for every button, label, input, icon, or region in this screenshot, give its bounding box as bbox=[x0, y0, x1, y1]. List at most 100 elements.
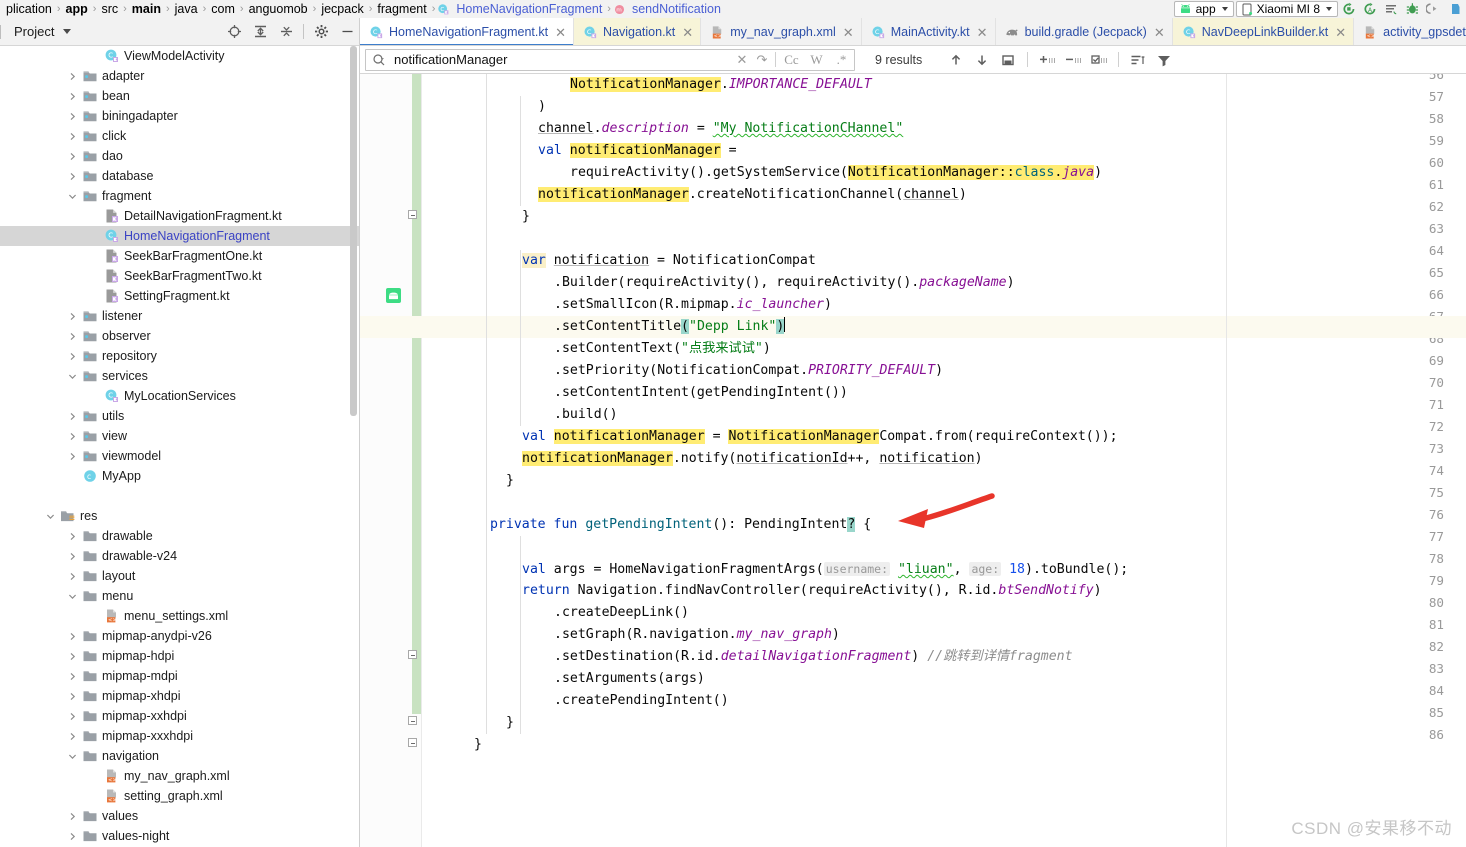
tree-item[interactable]: click bbox=[0, 126, 360, 146]
code-line[interactable]: .createDeepLink() bbox=[422, 602, 689, 624]
breadcrumb-item[interactable]: plication bbox=[2, 2, 56, 16]
tree-item[interactable]: SettingFragment.kt bbox=[0, 286, 360, 306]
editor-tab[interactable]: <> my_nav_graph.xml✕ bbox=[701, 18, 862, 46]
chevron-down-icon[interactable] bbox=[63, 29, 71, 34]
breadcrumb-item[interactable]: app bbox=[62, 2, 92, 16]
chevron-down-icon[interactable] bbox=[44, 506, 56, 526]
search-icon[interactable] bbox=[372, 53, 387, 67]
code-line[interactable]: } bbox=[422, 734, 482, 756]
code-line[interactable]: } bbox=[422, 470, 514, 492]
code-line[interactable]: private fun getPendingIntent(): PendingI… bbox=[422, 514, 871, 536]
code-editor[interactable]: 5657585960616263646566676869707172737475… bbox=[360, 74, 1466, 847]
filter-list-icon[interactable] bbox=[1126, 49, 1150, 71]
tree-item[interactable]: dao bbox=[0, 146, 360, 166]
fold-marker[interactable] bbox=[408, 210, 417, 219]
sdk-manager-icon[interactable] bbox=[1445, 1, 1464, 17]
chevron-down-icon[interactable] bbox=[66, 586, 78, 606]
editor-tab[interactable]: C NavDeepLinkBuilder.kt✕ bbox=[1173, 18, 1354, 46]
profiler-icon[interactable] bbox=[1424, 1, 1443, 17]
code-line[interactable]: return Navigation.findNavController(requ… bbox=[422, 580, 1102, 602]
expand-all-icon[interactable] bbox=[247, 20, 273, 44]
code-line[interactable]: NotificationManager.IMPORTANCE_DEFAULT bbox=[422, 74, 872, 96]
editor-tab[interactable]: build.gradle (Jecpack)✕ bbox=[996, 18, 1173, 46]
tree-item[interactable]: SeekBarFragmentTwo.kt bbox=[0, 266, 360, 286]
collapse-all-icon[interactable] bbox=[273, 20, 299, 44]
chevron-right-icon[interactable] bbox=[66, 146, 78, 166]
breadcrumb-item[interactable]: jecpack bbox=[317, 2, 367, 16]
fold-marker[interactable] bbox=[408, 650, 417, 659]
code-line[interactable]: requireActivity().getSystemService(Notif… bbox=[422, 162, 1102, 184]
select-all-occurrences-icon[interactable] bbox=[996, 49, 1020, 71]
breadcrumb-item[interactable]: src bbox=[97, 2, 122, 16]
code-line[interactable]: .Builder(requireActivity(), requireActiv… bbox=[422, 272, 1015, 294]
close-icon[interactable]: ✕ bbox=[843, 26, 854, 39]
code-line[interactable]: .createPendingIntent() bbox=[422, 690, 729, 712]
breadcrumb-item[interactable]: fragment bbox=[373, 2, 430, 16]
code-line[interactable]: notificationManager.notify(notificationI… bbox=[422, 448, 983, 470]
tree-item[interactable]: mipmap-anydpi-v26 bbox=[0, 626, 360, 646]
android-debug-icon[interactable] bbox=[1403, 1, 1422, 17]
tree-item[interactable]: biningadapter bbox=[0, 106, 360, 126]
module-selector[interactable]: app bbox=[1174, 1, 1234, 17]
chevron-right-icon[interactable] bbox=[66, 66, 78, 86]
code-line[interactable]: .build() bbox=[422, 404, 618, 426]
logcat-icon[interactable] bbox=[1382, 1, 1401, 17]
toggle-line-icon[interactable] bbox=[1087, 49, 1111, 71]
code-line[interactable] bbox=[422, 536, 458, 558]
tree-item[interactable]: repository bbox=[0, 346, 360, 366]
chevron-right-icon[interactable] bbox=[66, 446, 78, 466]
editor-tab[interactable]: <> activity_gpsdet✕ bbox=[1354, 18, 1466, 46]
close-icon[interactable]: ✕ bbox=[555, 26, 566, 39]
chevron-right-icon[interactable] bbox=[66, 426, 78, 446]
tree-item[interactable]: drawable bbox=[0, 526, 360, 546]
chevron-right-icon[interactable] bbox=[66, 86, 78, 106]
tree-item[interactable]: viewmodel bbox=[0, 446, 360, 466]
tree-item[interactable]: C MyLocationServices bbox=[0, 386, 360, 406]
editor-tabs[interactable]: C HomeNavigationFragment.kt✕ C Navigatio… bbox=[360, 18, 1466, 46]
next-match-icon[interactable] bbox=[970, 49, 994, 71]
code-line[interactable] bbox=[422, 492, 458, 514]
code-line[interactable]: } bbox=[422, 206, 530, 228]
chevron-down-icon[interactable] bbox=[66, 366, 78, 386]
code-line[interactable]: .setGraph(R.navigation.my_nav_graph) bbox=[422, 624, 840, 646]
tree-item[interactable]: <> menu_settings.xml bbox=[0, 606, 360, 626]
tree-item[interactable]: bean bbox=[0, 86, 360, 106]
code-line[interactable]: .setPriority(NotificationCompat.PRIORITY… bbox=[422, 360, 943, 382]
tree-item[interactable]: <> my_nav_graph.xml bbox=[0, 766, 360, 786]
code-line[interactable]: notificationManager.createNotificationCh… bbox=[422, 184, 967, 206]
tree-item[interactable]: values-night bbox=[0, 826, 360, 846]
editor-tab[interactable]: C Navigation.kt✕ bbox=[574, 18, 701, 46]
chevron-right-icon[interactable] bbox=[66, 166, 78, 186]
tree-item[interactable]: utils bbox=[0, 406, 360, 426]
chevron-right-icon[interactable] bbox=[66, 406, 78, 426]
chevron-right-icon[interactable] bbox=[66, 686, 78, 706]
settings-gear-icon[interactable] bbox=[308, 20, 334, 44]
code-line[interactable]: ) bbox=[422, 96, 546, 118]
tree-item[interactable]: values bbox=[0, 806, 360, 826]
tree-item[interactable]: database bbox=[0, 166, 360, 186]
tree-item[interactable]: view bbox=[0, 426, 360, 446]
breadcrumb-item[interactable]: m sendNotification bbox=[612, 2, 725, 16]
tree-item[interactable]: DetailNavigationFragment.kt bbox=[0, 206, 360, 226]
tree-item[interactable]: mipmap-xhdpi bbox=[0, 686, 360, 706]
breadcrumb-item[interactable]: main bbox=[128, 2, 165, 16]
tree-item[interactable]: navigation bbox=[0, 746, 360, 766]
code-line[interactable]: val args = HomeNavigationFragmentArgs(us… bbox=[422, 558, 1128, 580]
tree-item[interactable]: listener bbox=[0, 306, 360, 326]
project-tree[interactable]: C ViewModelActivity adapter bean bbox=[0, 46, 360, 847]
tree-item[interactable]: mipmap-xxxhdpi bbox=[0, 726, 360, 746]
editor-tab[interactable]: C MainActivity.kt✕ bbox=[862, 18, 996, 46]
code-line[interactable]: } bbox=[422, 712, 514, 734]
tree-item[interactable]: C HomeNavigationFragment bbox=[0, 226, 360, 246]
chevron-right-icon[interactable] bbox=[66, 706, 78, 726]
tree-item[interactable]: mipmap-mdpi bbox=[0, 666, 360, 686]
whole-words-toggle[interactable]: W bbox=[804, 52, 829, 68]
code-line[interactable]: channel.description = "My NotificationCH… bbox=[422, 118, 903, 140]
locate-icon[interactable] bbox=[221, 20, 247, 44]
code-line[interactable]: .setContentText("点我来试试") bbox=[422, 338, 771, 360]
search-input[interactable] bbox=[392, 51, 732, 68]
code-line[interactable] bbox=[422, 228, 458, 250]
breadcrumb-item[interactable]: C HomeNavigationFragment bbox=[436, 2, 606, 16]
chevron-right-icon[interactable] bbox=[66, 726, 78, 746]
project-panel-title[interactable]: Project bbox=[4, 24, 54, 39]
